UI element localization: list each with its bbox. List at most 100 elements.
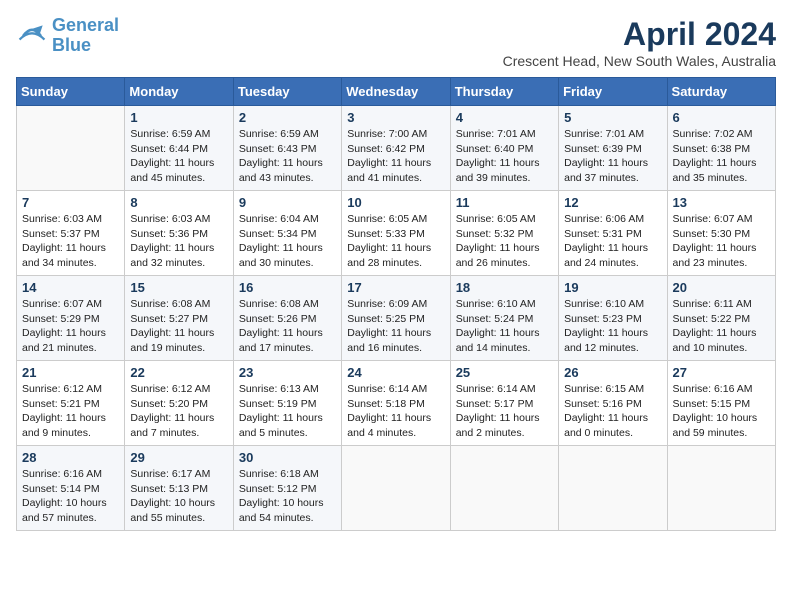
day-number: 9 [239,195,336,210]
calendar-week-2: 7 Sunrise: 6:03 AM Sunset: 5:37 PM Daylig… [17,191,776,276]
day-number: 28 [22,450,119,465]
day-header-wednesday: Wednesday [342,78,450,106]
day-info: Sunrise: 7:02 AM Sunset: 6:38 PM Dayligh… [673,127,770,186]
day-info: Sunrise: 6:03 AM Sunset: 5:37 PM Dayligh… [22,212,119,271]
calendar-cell: 19 Sunrise: 6:10 AM Sunset: 5:23 PM Dayli… [559,276,667,361]
day-info: Sunrise: 6:12 AM Sunset: 5:21 PM Dayligh… [22,382,119,441]
day-number: 3 [347,110,444,125]
day-header-monday: Monday [125,78,233,106]
day-info: Sunrise: 6:16 AM Sunset: 5:15 PM Dayligh… [673,382,770,441]
calendar-header-row: SundayMondayTuesdayWednesdayThursdayFrid… [17,78,776,106]
day-info: Sunrise: 6:05 AM Sunset: 5:32 PM Dayligh… [456,212,553,271]
day-number: 8 [130,195,227,210]
calendar-cell: 24 Sunrise: 6:14 AM Sunset: 5:18 PM Dayli… [342,361,450,446]
day-number: 17 [347,280,444,295]
day-info: Sunrise: 6:14 AM Sunset: 5:18 PM Dayligh… [347,382,444,441]
day-number: 24 [347,365,444,380]
calendar-cell: 25 Sunrise: 6:14 AM Sunset: 5:17 PM Dayli… [450,361,558,446]
calendar-cell: 9 Sunrise: 6:04 AM Sunset: 5:34 PM Daylig… [233,191,341,276]
day-number: 29 [130,450,227,465]
day-info: Sunrise: 6:17 AM Sunset: 5:13 PM Dayligh… [130,467,227,526]
day-info: Sunrise: 6:04 AM Sunset: 5:34 PM Dayligh… [239,212,336,271]
day-number: 15 [130,280,227,295]
day-number: 7 [22,195,119,210]
day-number: 12 [564,195,661,210]
day-number: 25 [456,365,553,380]
calendar-cell: 27 Sunrise: 6:16 AM Sunset: 5:15 PM Dayli… [667,361,775,446]
calendar-cell: 5 Sunrise: 7:01 AM Sunset: 6:39 PM Daylig… [559,106,667,191]
calendar-week-4: 21 Sunrise: 6:12 AM Sunset: 5:21 PM Dayli… [17,361,776,446]
day-number: 13 [673,195,770,210]
day-info: Sunrise: 6:07 AM Sunset: 5:29 PM Dayligh… [22,297,119,356]
day-number: 10 [347,195,444,210]
day-info: Sunrise: 6:16 AM Sunset: 5:14 PM Dayligh… [22,467,119,526]
calendar-cell: 12 Sunrise: 6:06 AM Sunset: 5:31 PM Dayli… [559,191,667,276]
month-year: April 2024 [503,16,776,53]
calendar-cell [450,446,558,531]
calendar-cell: 10 Sunrise: 6:05 AM Sunset: 5:33 PM Dayli… [342,191,450,276]
calendar-cell: 14Sunrise: 6:07 AM Sunset: 5:29 PM Dayli… [17,276,125,361]
day-number: 16 [239,280,336,295]
day-number: 11 [456,195,553,210]
day-info: Sunrise: 6:14 AM Sunset: 5:17 PM Dayligh… [456,382,553,441]
calendar-cell: 16Sunrise: 6:08 AM Sunset: 5:26 PM Dayli… [233,276,341,361]
day-info: Sunrise: 7:01 AM Sunset: 6:39 PM Dayligh… [564,127,661,186]
calendar-cell: 28 Sunrise: 6:16 AM Sunset: 5:14 PM Dayli… [17,446,125,531]
calendar-cell: 20 Sunrise: 6:11 AM Sunset: 5:22 PM Dayli… [667,276,775,361]
day-number: 27 [673,365,770,380]
day-number: 20 [673,280,770,295]
day-number: 21 [22,365,119,380]
day-number: 6 [673,110,770,125]
calendar-cell: 17 Sunrise: 6:09 AM Sunset: 5:25 PM Dayli… [342,276,450,361]
day-header-friday: Friday [559,78,667,106]
day-number: 4 [456,110,553,125]
location: Crescent Head, New South Wales, Australi… [503,53,776,69]
day-info: Sunrise: 6:10 AM Sunset: 5:23 PM Dayligh… [564,297,661,356]
day-info: Sunrise: 6:11 AM Sunset: 5:22 PM Dayligh… [673,297,770,356]
day-info: Sunrise: 7:00 AM Sunset: 6:42 PM Dayligh… [347,127,444,186]
calendar-cell [17,106,125,191]
calendar-cell: 18Sunrise: 6:10 AM Sunset: 5:24 PM Dayli… [450,276,558,361]
calendar-cell: 2Sunrise: 6:59 AM Sunset: 6:43 PM Daylig… [233,106,341,191]
day-info: Sunrise: 6:09 AM Sunset: 5:25 PM Dayligh… [347,297,444,356]
day-header-sunday: Sunday [17,78,125,106]
day-number: 5 [564,110,661,125]
calendar-cell [559,446,667,531]
page-header: General Blue April 2024 Crescent Head, N… [16,16,776,69]
calendar-cell: 8 Sunrise: 6:03 AM Sunset: 5:36 PM Daylig… [125,191,233,276]
calendar-cell: 7 Sunrise: 6:03 AM Sunset: 5:37 PM Daylig… [17,191,125,276]
day-number: 2 [239,110,336,125]
day-info: Sunrise: 6:06 AM Sunset: 5:31 PM Dayligh… [564,212,661,271]
calendar-cell: 21 Sunrise: 6:12 AM Sunset: 5:21 PM Dayli… [17,361,125,446]
day-number: 23 [239,365,336,380]
day-number: 26 [564,365,661,380]
calendar-week-3: 14Sunrise: 6:07 AM Sunset: 5:29 PM Dayli… [17,276,776,361]
calendar-week-5: 28 Sunrise: 6:16 AM Sunset: 5:14 PM Dayli… [17,446,776,531]
logo-text: General Blue [52,16,119,56]
calendar-table: SundayMondayTuesdayWednesdayThursdayFrid… [16,77,776,531]
calendar-cell: 6 Sunrise: 7:02 AM Sunset: 6:38 PM Daylig… [667,106,775,191]
day-info: Sunrise: 6:12 AM Sunset: 5:20 PM Dayligh… [130,382,227,441]
calendar-cell [667,446,775,531]
day-header-tuesday: Tuesday [233,78,341,106]
calendar-cell: 11 Sunrise: 6:05 AM Sunset: 5:32 PM Dayli… [450,191,558,276]
day-info: Sunrise: 6:03 AM Sunset: 5:36 PM Dayligh… [130,212,227,271]
calendar-cell: 22 Sunrise: 6:12 AM Sunset: 5:20 PM Dayli… [125,361,233,446]
day-number: 30 [239,450,336,465]
calendar-cell [342,446,450,531]
calendar-cell: 13Sunrise: 6:07 AM Sunset: 5:30 PM Dayli… [667,191,775,276]
logo-icon [16,20,48,52]
calendar-cell: 26 Sunrise: 6:15 AM Sunset: 5:16 PM Dayli… [559,361,667,446]
day-info: Sunrise: 6:05 AM Sunset: 5:33 PM Dayligh… [347,212,444,271]
day-number: 22 [130,365,227,380]
day-info: Sunrise: 6:08 AM Sunset: 5:27 PM Dayligh… [130,297,227,356]
logo: General Blue [16,16,119,56]
day-number: 19 [564,280,661,295]
calendar-cell: 4Sunrise: 7:01 AM Sunset: 6:40 PM Daylig… [450,106,558,191]
day-info: Sunrise: 6:13 AM Sunset: 5:19 PM Dayligh… [239,382,336,441]
calendar-cell: 23 Sunrise: 6:13 AM Sunset: 5:19 PM Dayli… [233,361,341,446]
day-number: 1 [130,110,227,125]
day-header-saturday: Saturday [667,78,775,106]
day-info: Sunrise: 6:15 AM Sunset: 5:16 PM Dayligh… [564,382,661,441]
day-info: Sunrise: 6:10 AM Sunset: 5:24 PM Dayligh… [456,297,553,356]
